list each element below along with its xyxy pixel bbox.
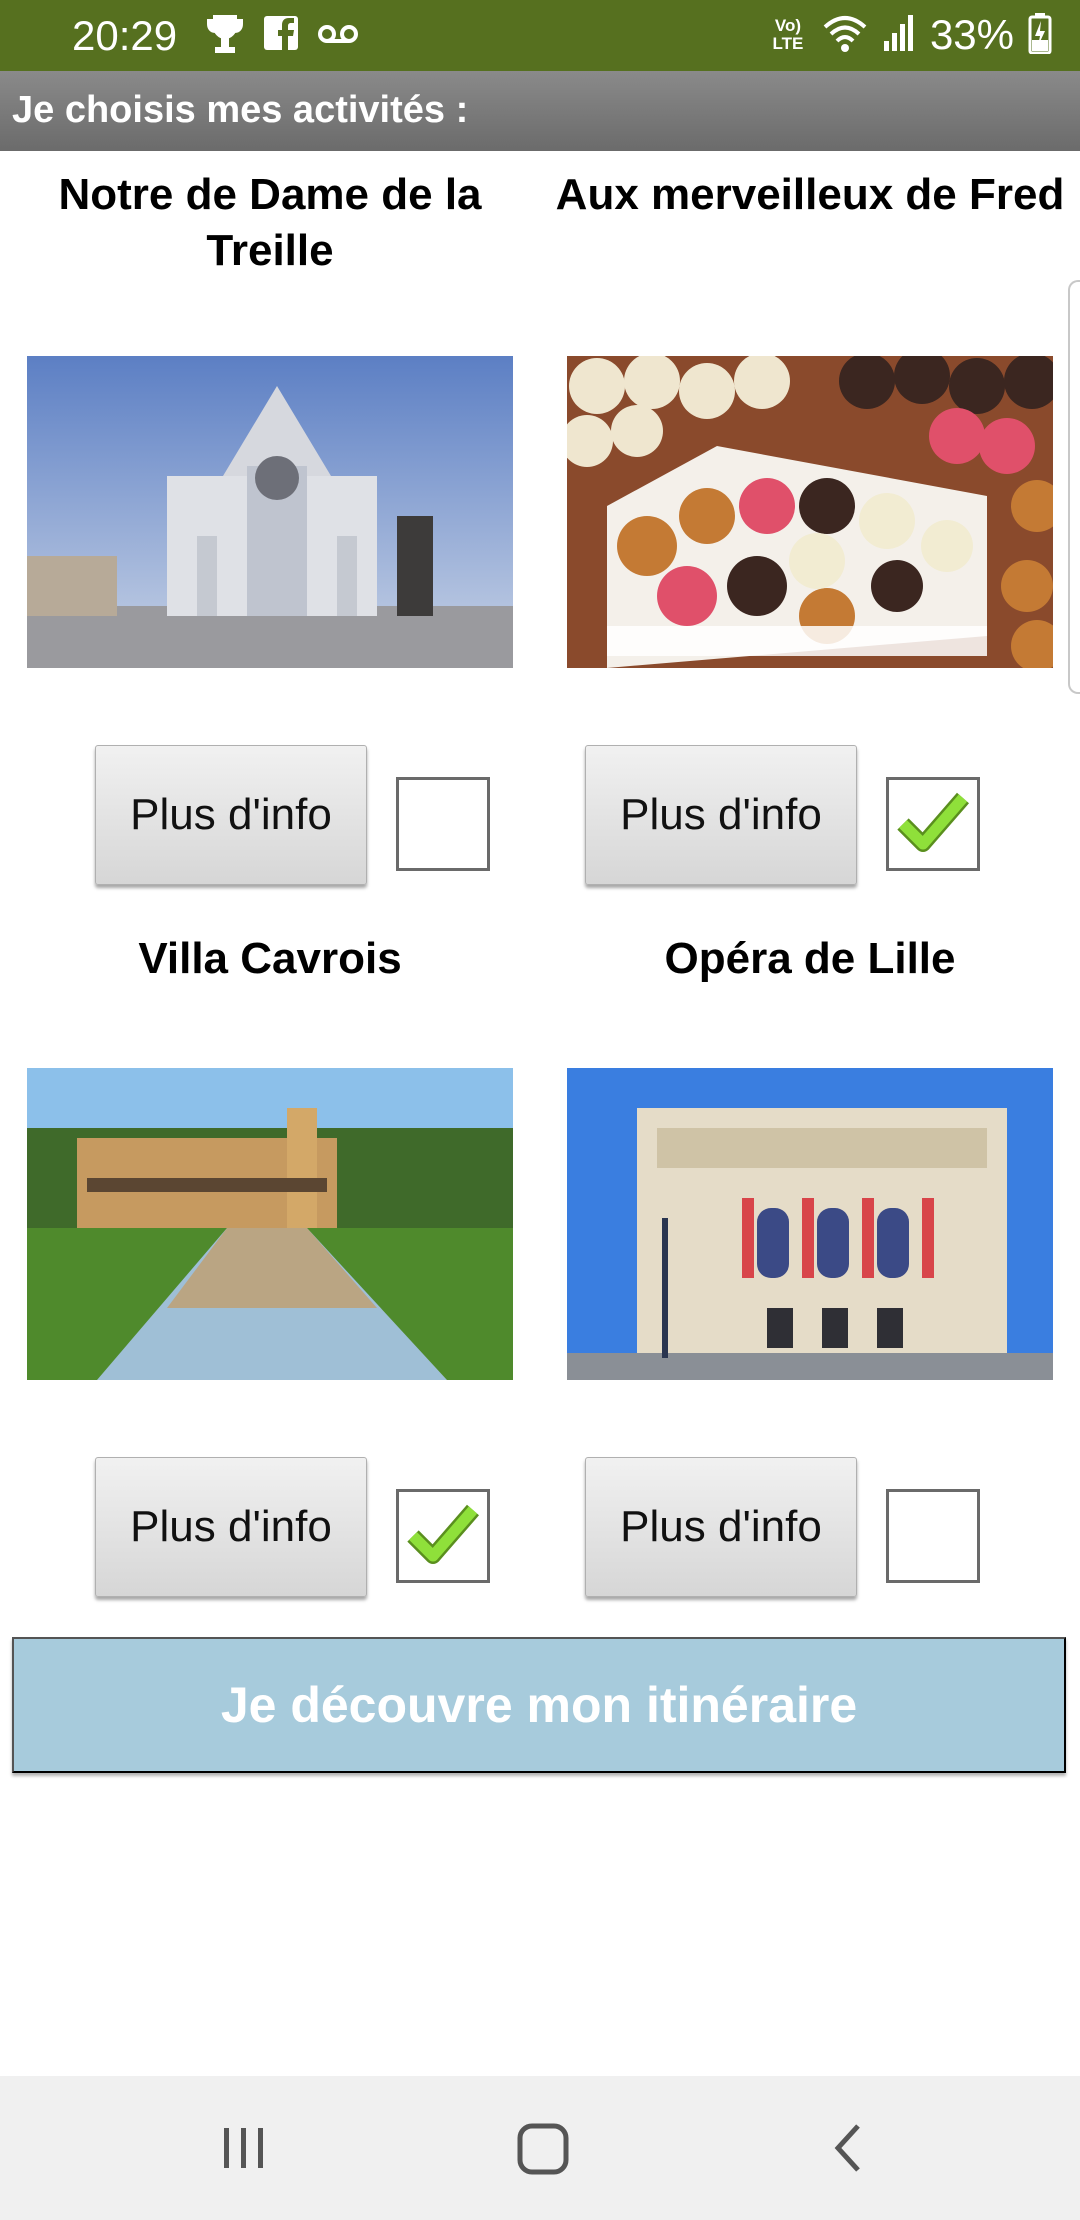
status-bar: 20:29 Vo) LTE 33%	[0, 0, 1080, 71]
activity-checkbox[interactable]	[886, 1489, 980, 1583]
home-icon[interactable]	[516, 2116, 572, 2185]
opera-photo	[567, 1068, 1053, 1380]
volte-icon: Vo) LTE	[772, 16, 804, 53]
voicemail-icon	[318, 22, 358, 51]
more-info-button[interactable]: Plus d'info	[95, 745, 367, 885]
signal-icon	[882, 13, 916, 58]
navigation-bar	[0, 2076, 1080, 2220]
activity-checkbox[interactable]	[396, 777, 490, 871]
back-icon[interactable]	[828, 2116, 868, 2185]
checkmark-icon	[897, 792, 969, 852]
villa-photo	[27, 1068, 513, 1380]
recent-apps-icon[interactable]	[220, 2116, 268, 2185]
cathedral-photo	[27, 356, 513, 668]
more-info-button[interactable]: Plus d'info	[95, 1457, 367, 1597]
more-info-button[interactable]: Plus d'info	[585, 745, 857, 885]
activity-title: Aux merveilleux de Fred	[555, 170, 1065, 219]
battery-charging-icon	[1028, 12, 1052, 59]
page-title: Je choisis mes activités :	[12, 89, 469, 131]
battery-percent: 33%	[929, 11, 1014, 58]
trophy-icon	[206, 14, 244, 59]
activity-checkbox[interactable]	[886, 777, 980, 871]
title-bar: Je choisis mes activités :	[0, 71, 1080, 151]
scrollbar[interactable]	[1068, 280, 1080, 694]
activity-title: Notre de Dame de la Treille	[58, 170, 482, 275]
clock: 20:29	[72, 12, 178, 59]
facebook-icon	[262, 14, 300, 59]
activity-title: Villa Cavrois	[138, 934, 402, 983]
more-info-button[interactable]: Plus d'info	[585, 1457, 857, 1597]
checkmark-icon	[407, 1504, 479, 1564]
discover-itinerary-button[interactable]: Je découvre mon itinéraire	[12, 1637, 1066, 1773]
pastries-photo	[567, 356, 1053, 668]
activity-title: Opéra de Lille	[664, 934, 956, 983]
wifi-icon	[822, 13, 868, 58]
activity-checkbox[interactable]	[396, 1489, 490, 1583]
